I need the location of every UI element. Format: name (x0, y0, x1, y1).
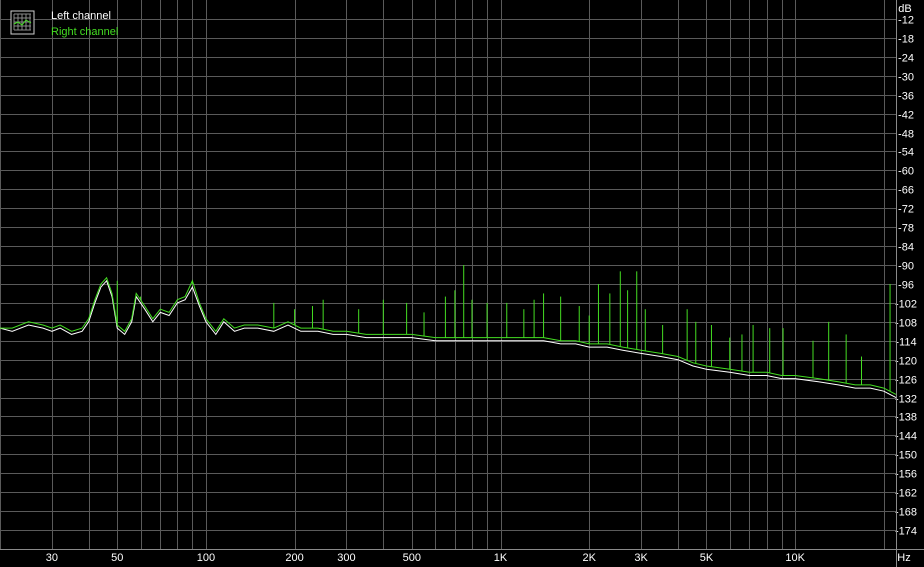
y-tick-label: -144 (895, 431, 917, 443)
y-tick-label: -162 (895, 488, 917, 500)
y-tick-label: -174 (895, 526, 917, 538)
y-tick-label: -18 (898, 34, 914, 46)
x-tick-label: 30 (46, 552, 58, 564)
y-tick-label: -114 (895, 337, 916, 349)
x-unit-label: Hz (897, 552, 910, 564)
y-tick-label: -168 (895, 507, 917, 519)
y-tick-label: -42 (898, 110, 914, 122)
y-tick-label: -60 (898, 166, 914, 178)
y-tick-label: -96 (898, 280, 914, 292)
y-tick-label: -126 (895, 375, 917, 387)
x-tick-label: 200 (285, 552, 303, 564)
y-tick-label: -150 (895, 450, 917, 462)
x-tick-label: 100 (197, 552, 215, 564)
y-tick-label: -138 (895, 412, 917, 424)
legend-label-right: Right channel (51, 26, 118, 38)
x-tick-label: 3K (634, 552, 648, 564)
y-tick-label: -102 (895, 299, 917, 311)
y-tick-label: -132 (895, 394, 917, 406)
y-unit-label: dB (898, 3, 911, 15)
x-tick-label: 10K (785, 552, 805, 564)
legend-label-left: Left channel (51, 10, 111, 22)
x-tick-label: 300 (337, 552, 355, 564)
y-tick-label: -48 (898, 129, 914, 141)
y-tick-label: -24 (898, 53, 914, 65)
x-tick-label: 1K (494, 552, 508, 564)
y-tick-label: -120 (895, 356, 917, 368)
x-tick-label: 2K (582, 552, 596, 564)
y-tick-label: -30 (898, 72, 914, 84)
x-tick-label: 5K (700, 552, 714, 564)
y-tick-label: -72 (898, 204, 914, 216)
plot-background (0, 0, 924, 567)
y-tick-label: -12 (898, 15, 914, 27)
y-tick-label: -108 (895, 318, 917, 330)
fft-spectrum-chart: -12 -18 -24 -30 -36 -42 -48 -54 -60 -66 -72 -78 -84 -… (0, 0, 924, 567)
y-tick-label: -156 (895, 469, 917, 481)
y-tick-label: -78 (898, 223, 914, 235)
x-tick-label: 50 (111, 552, 123, 564)
y-tick-label: -84 (898, 242, 914, 254)
x-tick-label: 500 (403, 552, 421, 564)
y-tick-label: -90 (898, 261, 914, 273)
y-tick-label: -54 (898, 147, 914, 159)
y-tick-label: -66 (898, 185, 914, 197)
y-tick-label: -36 (898, 91, 914, 103)
